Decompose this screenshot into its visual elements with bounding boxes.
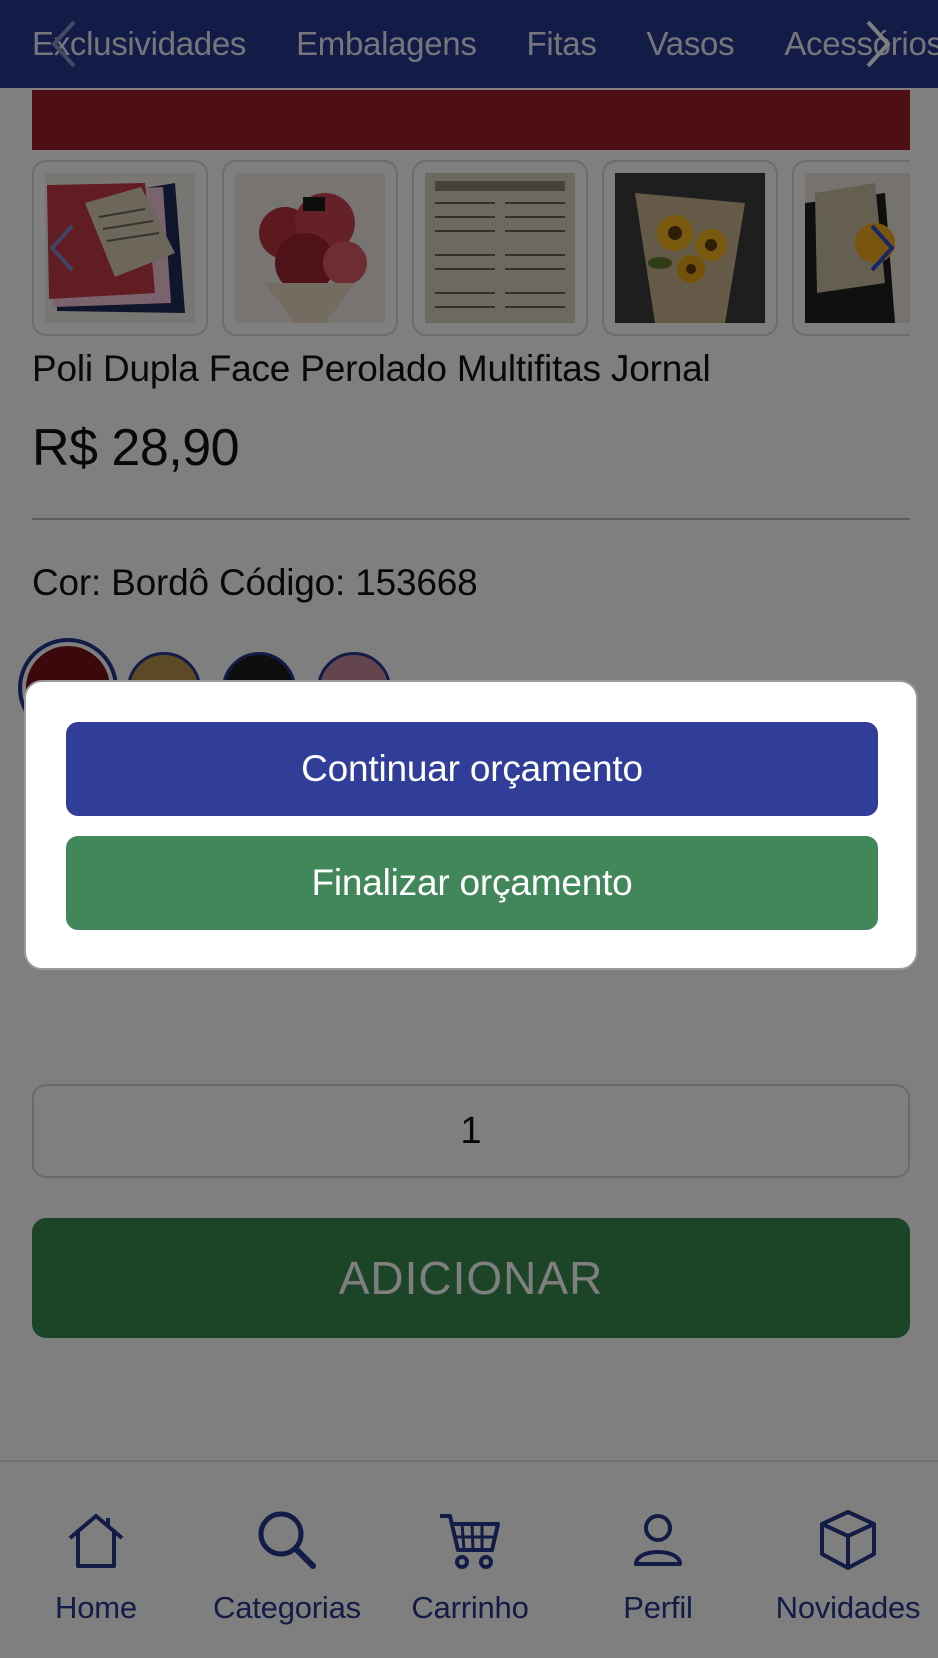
finish-quote-button[interactable]: Finalizar orçamento [66, 836, 878, 930]
product-page: Exclusividades Embalagens Fitas Vasos Ac… [0, 0, 938, 1658]
continue-quote-button[interactable]: Continuar orçamento [66, 722, 878, 816]
quote-dialog: Continuar orçamento Finalizar orçamento [24, 680, 918, 970]
